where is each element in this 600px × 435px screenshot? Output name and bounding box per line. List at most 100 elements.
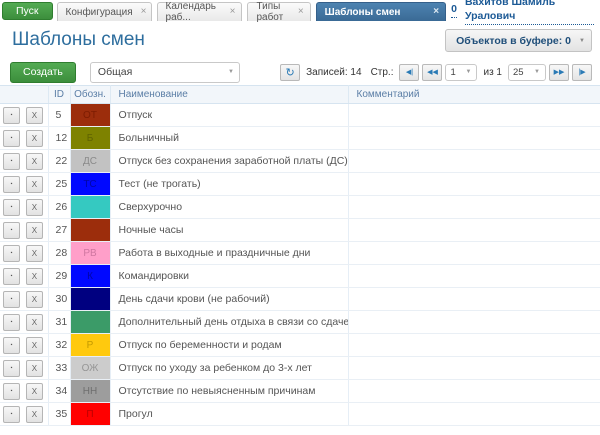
buffer-count-link[interactable]: 0 [451,3,457,18]
delete-button[interactable]: X [26,314,43,331]
page-number-select[interactable]: 1 ▼ [445,64,477,81]
row-actions: ▪ X [0,219,48,242]
column-name[interactable]: Наименование [110,86,348,104]
row-name: Больничный [110,127,348,150]
table-row[interactable]: ▪ X 35 П Прогул [0,403,600,426]
close-icon[interactable]: × [230,7,236,17]
next-page-button[interactable]: ▶▶ [549,64,569,81]
create-button[interactable]: Создать [10,62,76,83]
table-row[interactable]: ▪ X 5 ОТ Отпуск [0,104,600,127]
row-actions: ▪ X [0,127,48,150]
delete-button[interactable]: X [26,268,43,285]
tab-configuration[interactable]: Конфигурация × [57,2,152,21]
row-comment [348,403,600,426]
first-page-button[interactable]: ◀| [399,64,419,81]
delete-button[interactable]: X [26,406,43,423]
edit-button[interactable]: ▪ [3,107,20,124]
tab-work-types[interactable]: Типы работ × [247,2,310,21]
color-swatch [71,311,110,333]
table-row[interactable]: ▪ X 29 К Командировки [0,265,600,288]
row-name: Дополнительный день отдыха в связи со сд… [110,311,348,334]
row-comment [348,242,600,265]
edit-icon: ▪ [11,136,13,141]
table-row[interactable]: ▪ X 31 Дополнительный день отдыха в связ… [0,311,600,334]
row-comment [348,127,600,150]
delete-button[interactable]: X [26,176,43,193]
close-icon[interactable]: × [141,7,147,17]
row-id: 29 [48,265,70,288]
edit-icon: ▪ [11,343,13,348]
row-abbr-cell: НН [70,380,110,403]
first-page-icon: ◀| [406,68,413,76]
table-row[interactable]: ▪ X 26 Сверхурочно [0,196,600,219]
delete-button[interactable]: X [26,199,43,216]
edit-button[interactable]: ▪ [3,268,20,285]
row-id: 5 [48,104,70,127]
close-icon[interactable]: × [298,7,304,17]
delete-button[interactable]: X [26,222,43,239]
refresh-icon: ↻ [286,66,295,79]
table-row[interactable]: ▪ X 33 ОЖ Отпуск по уходу за ребенком до… [0,357,600,380]
delete-button[interactable]: X [26,337,43,354]
table-row[interactable]: ▪ X 12 Б Больничный [0,127,600,150]
row-id: 27 [48,219,70,242]
edit-button[interactable]: ▪ [3,360,20,377]
column-abbr[interactable]: Обозн. [70,86,110,104]
edit-button[interactable]: ▪ [3,245,20,262]
table-row[interactable]: ▪ X 27 Ночные часы [0,219,600,242]
last-page-button[interactable]: |▶ [572,64,592,81]
delete-button[interactable]: X [26,107,43,124]
page-size-select[interactable]: 25 ▼ [508,64,546,81]
tab-shift-templates[interactable]: Шаблоны смен × [316,2,446,21]
edit-button[interactable]: ▪ [3,314,20,331]
color-swatch: Б [71,127,110,149]
edit-icon: ▪ [11,274,13,279]
edit-button[interactable]: ▪ [3,337,20,354]
row-comment [348,265,600,288]
edit-button[interactable]: ▪ [3,153,20,170]
category-select-value: Общая [98,66,132,78]
row-id: 25 [48,173,70,196]
edit-button[interactable]: ▪ [3,291,20,308]
edit-icon: ▪ [11,251,13,256]
color-swatch: ТС [71,173,110,195]
delete-button[interactable]: X [26,130,43,147]
delete-button[interactable]: X [26,245,43,262]
delete-button[interactable]: X [26,383,43,400]
refresh-button[interactable]: ↻ [280,64,300,81]
chevron-down-icon: ▼ [466,69,472,75]
color-swatch [71,288,110,310]
table-row[interactable]: ▪ X 34 НН Отсутствие по невыясненным при… [0,380,600,403]
prev-page-button[interactable]: ◀◀ [422,64,442,81]
row-name: Сверхурочно [110,196,348,219]
edit-button[interactable]: ▪ [3,130,20,147]
color-swatch: П [71,403,110,425]
delete-button[interactable]: X [26,153,43,170]
table-row[interactable]: ▪ X 30 День сдачи крови (не рабочий) [0,288,600,311]
tab-work-calendar[interactable]: Календарь раб... × [157,2,243,21]
table-row[interactable]: ▪ X 28 РВ Работа в выходные и праздничны… [0,242,600,265]
delete-button[interactable]: X [26,291,43,308]
row-comment [348,288,600,311]
column-comment[interactable]: Комментарий [348,86,600,104]
column-id[interactable]: ID [48,86,70,104]
edit-button[interactable]: ▪ [3,199,20,216]
category-select[interactable]: Общая ▼ [90,62,240,83]
table-row[interactable]: ▪ X 25 ТС Тест (не трогать) [0,173,600,196]
buffer-objects-button[interactable]: Объектов в буфере: 0 ▼ [445,29,592,52]
table-row[interactable]: ▪ X 22 ДС Отпуск без сохранения заработн… [0,150,600,173]
row-abbr-cell [70,219,110,242]
color-swatch: Р [71,334,110,356]
edit-button[interactable]: ▪ [3,176,20,193]
edit-button[interactable]: ▪ [3,222,20,239]
edit-button[interactable]: ▪ [3,383,20,400]
row-comment [348,196,600,219]
close-icon[interactable]: × [433,7,439,17]
next-page-icon: ▶▶ [554,68,565,76]
delete-button[interactable]: X [26,360,43,377]
row-actions: ▪ X [0,104,48,127]
edit-button[interactable]: ▪ [3,406,20,423]
start-button[interactable]: Пуск [2,2,53,20]
table-row[interactable]: ▪ X 32 Р Отпуск по беременности и родам [0,334,600,357]
row-abbr-cell [70,288,110,311]
